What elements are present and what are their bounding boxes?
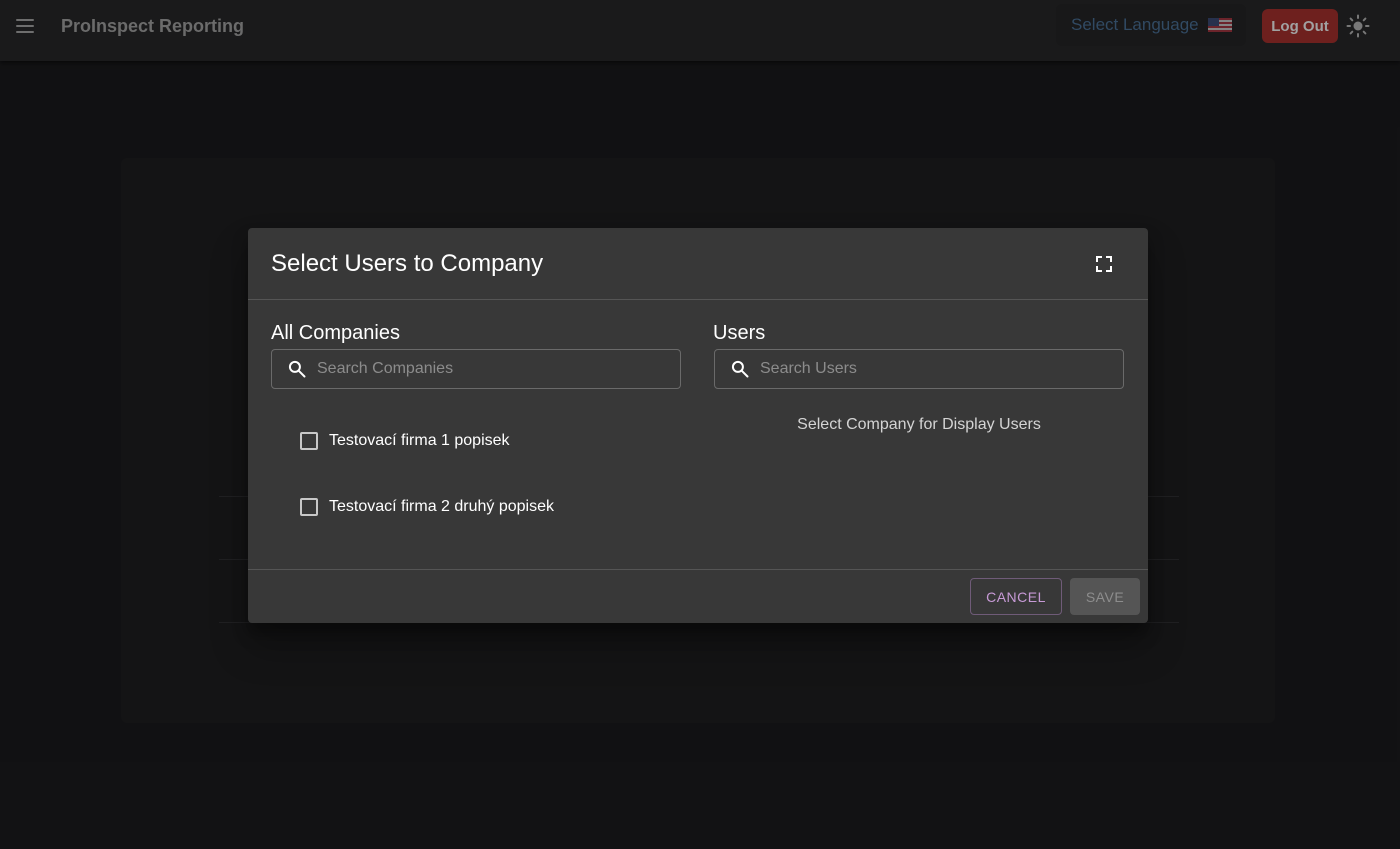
search-users-input[interactable] <box>760 350 1123 388</box>
company-label: Testovací firma 1 popisek <box>329 432 510 449</box>
company-checkbox[interactable] <box>300 498 318 516</box>
cancel-button[interactable]: CANCEL <box>970 578 1062 615</box>
dialog-footer: CANCEL SAVE <box>248 569 1148 623</box>
search-icon <box>288 360 306 378</box>
dialog-header: Select Users to Company <box>248 228 1148 300</box>
users-empty-hint: Select Company for Display Users <box>797 416 1041 433</box>
company-list-item[interactable]: Testovací firma 1 popisek <box>300 432 510 450</box>
search-icon <box>731 360 749 378</box>
companies-heading: All Companies <box>271 322 400 344</box>
users-heading: Users <box>713 322 766 344</box>
select-users-dialog: Select Users to Company All Companies Te… <box>248 228 1148 623</box>
search-companies-input[interactable] <box>317 350 680 388</box>
company-list-item[interactable]: Testovací firma 2 druhý popisek <box>300 498 554 516</box>
search-companies-field[interactable] <box>271 349 681 389</box>
dialog-title: Select Users to Company <box>271 250 544 277</box>
save-button[interactable]: SAVE <box>1070 578 1140 615</box>
company-label: Testovací firma 2 druhý popisek <box>329 498 554 515</box>
search-users-field[interactable] <box>714 349 1124 389</box>
company-checkbox[interactable] <box>300 432 318 450</box>
fullscreen-icon[interactable] <box>1092 252 1116 276</box>
